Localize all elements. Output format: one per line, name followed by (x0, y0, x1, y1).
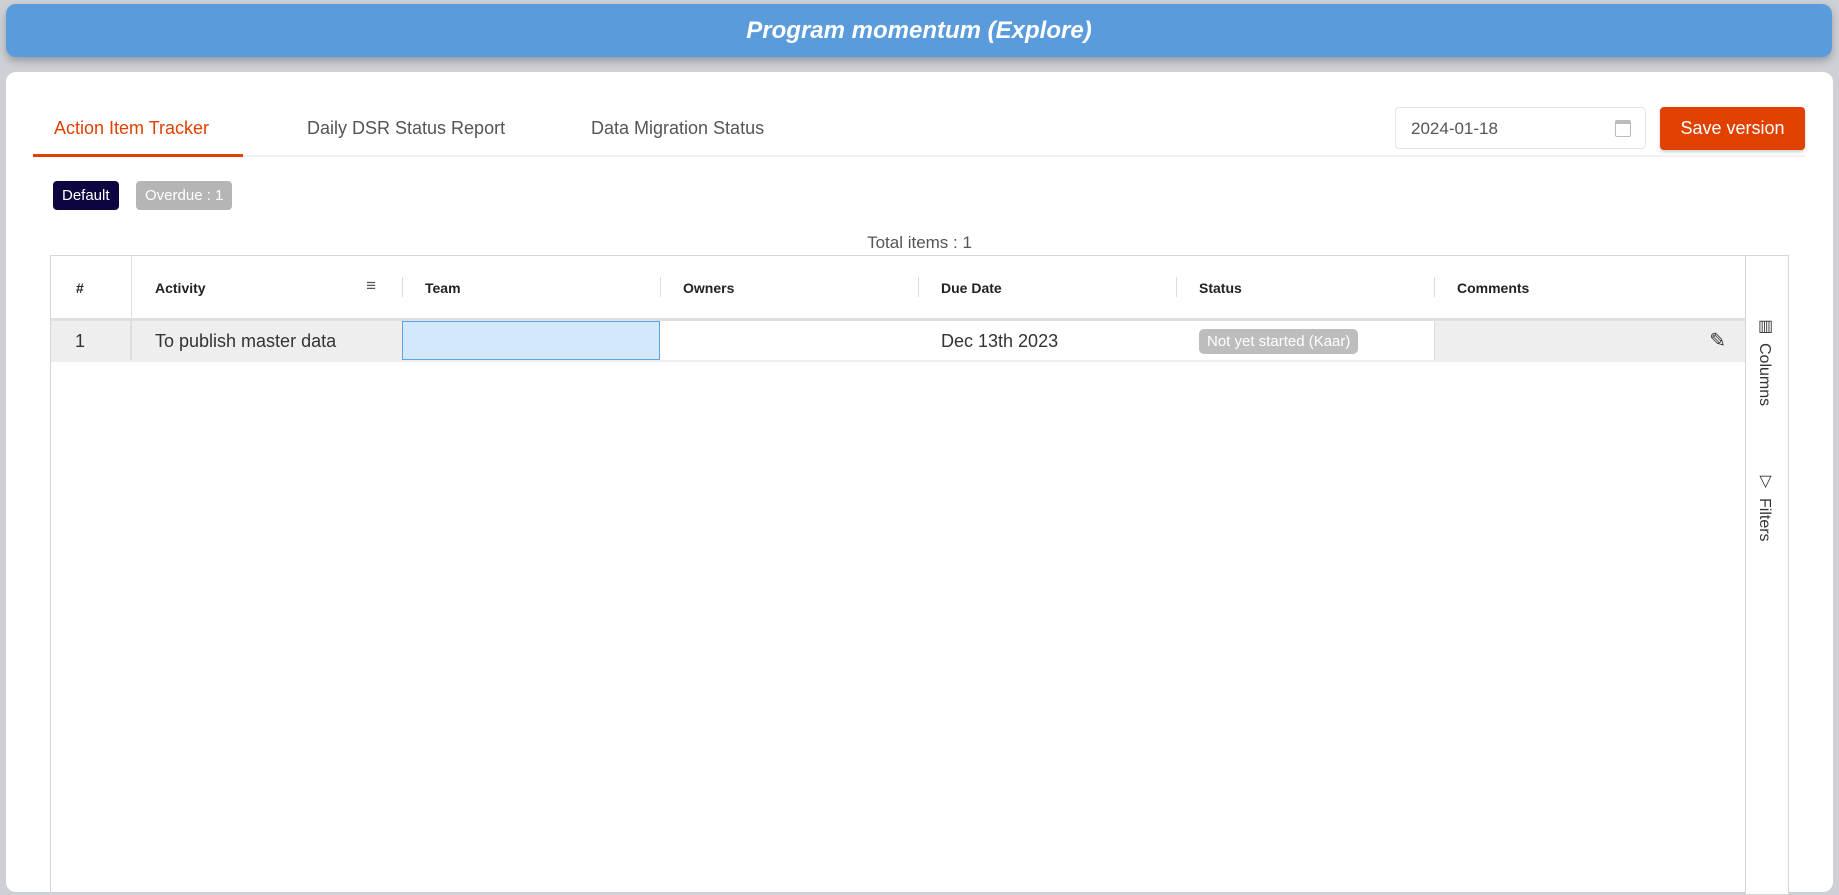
tab-action-item-tracker[interactable]: Action Item Tracker (54, 118, 209, 139)
column-header-due-date[interactable]: Due Date (918, 256, 1176, 318)
active-tab-indicator (33, 154, 243, 157)
page-title: Program momentum (Explore) (746, 16, 1092, 44)
filter-icon: ▽ (1756, 471, 1773, 490)
cell-team[interactable] (402, 321, 660, 360)
side-panel: ▥ Columns ▽ Filters (1745, 256, 1788, 894)
columns-label: Columns (1756, 343, 1773, 407)
column-menu-icon[interactable]: ≡ (366, 276, 376, 296)
cell-activity[interactable]: To publish master data (132, 321, 402, 360)
filters-label: Filters (1756, 498, 1773, 542)
column-header-activity[interactable]: Activity ≡ (132, 256, 402, 318)
column-header-team[interactable]: Team (402, 256, 660, 318)
default-filter-badge[interactable]: Default (53, 181, 119, 210)
filters-panel-button[interactable]: ▽ Filters (1755, 471, 1774, 542)
edit-icon[interactable]: ✎ (1709, 328, 1726, 353)
table-row[interactable]: 1 To publish master data Dec 13th 2023 N… (51, 321, 1746, 362)
columns-icon: ▥ (1756, 316, 1773, 335)
calendar-icon[interactable] (1615, 120, 1631, 137)
total-items: Total items : 1 (867, 233, 972, 252)
column-header-owners[interactable]: Owners (660, 256, 918, 318)
grid-header-row: # Activity ≡ Team Owners Due Date Status … (51, 256, 1746, 362)
cell-due-date[interactable]: Dec 13th 2023 (918, 321, 1176, 360)
cell-owners[interactable] (660, 321, 918, 360)
cell-number: 1 (51, 321, 132, 360)
cell-comments[interactable]: ✎ (1434, 321, 1746, 360)
status-badge: Not yet started (Kaar) (1199, 329, 1359, 354)
save-version-button[interactable]: Save version (1660, 107, 1805, 150)
date-value: 2024-01-18 (1411, 119, 1498, 138)
columns-panel-button[interactable]: ▥ Columns (1755, 316, 1774, 406)
overdue-filter-badge[interactable]: Overdue : 1 (136, 181, 233, 210)
date-picker[interactable]: 2024-01-18 (1395, 107, 1646, 149)
tab-daily-dsr-status-report[interactable]: Daily DSR Status Report (307, 118, 505, 139)
tab-data-migration-status[interactable]: Data Migration Status (591, 118, 764, 139)
cell-status[interactable]: Not yet started (Kaar) (1176, 321, 1434, 360)
column-header-label: Activity (155, 280, 206, 296)
column-header-comments[interactable]: Comments (1434, 256, 1746, 318)
app-header: Program momentum (Explore) (6, 4, 1832, 57)
data-grid: # Activity ≡ Team Owners Due Date Status … (50, 255, 1789, 895)
column-header-status[interactable]: Status (1176, 256, 1434, 318)
